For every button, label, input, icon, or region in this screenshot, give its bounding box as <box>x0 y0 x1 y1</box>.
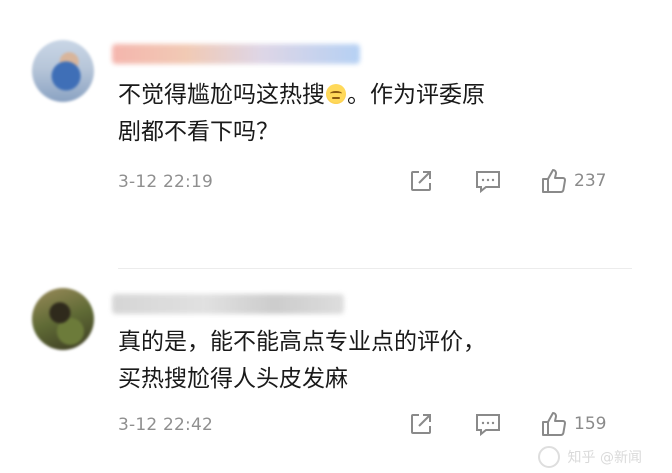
watermark: 知乎 @新闻 <box>567 450 642 466</box>
comment-button[interactable] <box>474 168 502 194</box>
comment-button[interactable] <box>474 411 502 437</box>
comment-text-line1: 真的是，能不能高点专业点的评价， <box>118 329 486 355</box>
share-button[interactable] <box>408 411 434 437</box>
thumbs-up-icon <box>542 169 566 193</box>
username-blurred[interactable] <box>112 294 344 314</box>
like-count: 237 <box>574 171 607 191</box>
comment-timestamp: 3-12 22:42 <box>118 415 213 435</box>
comment-text-line2: 买热搜尬得人头皮发麻 <box>118 366 348 392</box>
comment-text-line2: 剧都不看下吗？ <box>118 119 279 145</box>
username-blurred[interactable] <box>112 44 360 64</box>
comment-text: 真的是，能不能高点专业点的评价， 买热搜尬得人头皮发麻 <box>118 324 486 398</box>
section-gap <box>0 212 672 268</box>
comment-icon <box>476 414 500 437</box>
user-avatar[interactable] <box>32 40 94 102</box>
thumbs-up-icon <box>542 412 566 436</box>
like-count: 159 <box>574 414 607 434</box>
share-icon <box>411 171 431 191</box>
comment-icon <box>476 171 500 194</box>
user-avatar[interactable] <box>32 288 94 350</box>
like-button[interactable]: 237 <box>540 167 606 195</box>
share-icon <box>411 414 431 434</box>
share-button[interactable] <box>408 168 434 194</box>
comment-text-line1b: 。作为评委原 <box>347 82 485 108</box>
comment-text-line1a: 不觉得尴尬吗这热搜 <box>118 82 325 108</box>
like-button[interactable]: 159 <box>540 410 606 438</box>
emoji-icon <box>326 84 346 104</box>
watermark-logo-icon <box>538 446 560 468</box>
comment-text: 不觉得尴尬吗这热搜 。作为评委原 剧都不看下吗？ <box>118 77 485 151</box>
comment-item: 不觉得尴尬吗这热搜 。作为评委原 剧都不看下吗？ 3-12 22:19 237 <box>0 0 672 212</box>
comment-timestamp: 3-12 22:19 <box>118 172 213 192</box>
comment-item: 真的是，能不能高点专业点的评价， 买热搜尬得人头皮发麻 3-12 22:42 1… <box>0 268 672 473</box>
